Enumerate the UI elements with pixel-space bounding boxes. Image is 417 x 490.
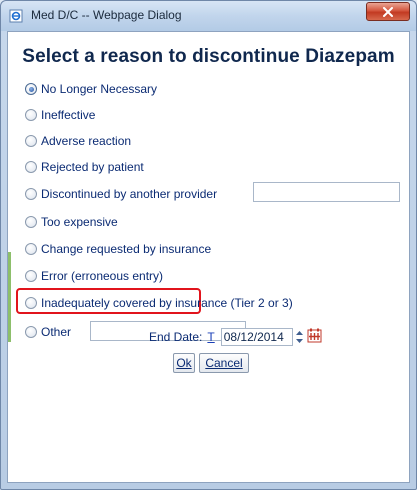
option-no-longer-necessary[interactable]: No Longer Necessary xyxy=(25,79,157,99)
option-label: Other xyxy=(41,325,72,339)
spin-up-icon[interactable] xyxy=(295,330,304,336)
dialog-heading: Select a reason to discontinue Diazepam xyxy=(22,46,395,67)
radio-rejected-by-patient[interactable] xyxy=(25,161,37,173)
option-label: Discontinued by another provider xyxy=(41,187,218,201)
title-bar[interactable]: Med D/C -- Webpage Dialog xyxy=(1,1,416,31)
dialog-body: Select a reason to discontinue Diazepam … xyxy=(7,31,410,483)
dialog-window: Med D/C -- Webpage Dialog Select a reaso… xyxy=(0,0,417,490)
option-ineffective[interactable]: Ineffective xyxy=(25,105,95,125)
radio-ineffective[interactable] xyxy=(25,109,37,121)
close-icon xyxy=(383,6,393,17)
close-button[interactable] xyxy=(366,2,410,21)
left-accent-bar xyxy=(8,252,11,342)
radio-no-longer-necessary[interactable] xyxy=(25,83,37,95)
radio-discontinued-by-another-provider[interactable] xyxy=(25,188,37,200)
radio-inadequately-covered[interactable] xyxy=(25,297,37,309)
option-label: Change requested by insurance xyxy=(41,242,212,256)
radio-change-requested-by-insurance[interactable] xyxy=(25,243,37,255)
spin-down-icon[interactable] xyxy=(295,338,304,344)
end-date-label: End Date: xyxy=(149,330,203,344)
option-label: Inadequately covered by insurance (Tier … xyxy=(41,296,293,310)
cancel-button[interactable]: Cancel xyxy=(199,353,249,373)
option-too-expensive[interactable]: Too expensive xyxy=(25,212,118,232)
ie-page-icon xyxy=(9,9,23,23)
calendar-icon[interactable] xyxy=(307,328,322,346)
end-date-input[interactable] xyxy=(220,328,293,346)
option-label: Adverse reaction xyxy=(41,134,132,148)
option-error-erroneous-entry[interactable]: Error (erroneous entry) xyxy=(25,266,163,286)
radio-other[interactable] xyxy=(25,326,37,338)
provider-name-input[interactable] xyxy=(253,182,400,202)
radio-error-erroneous-entry[interactable] xyxy=(25,270,37,282)
option-change-requested-by-insurance[interactable]: Change requested by insurance xyxy=(25,239,211,259)
radio-too-expensive[interactable] xyxy=(25,216,37,228)
date-spinner[interactable] xyxy=(295,328,304,346)
option-label: Too expensive xyxy=(41,215,118,229)
window-title: Med D/C -- Webpage Dialog xyxy=(31,8,182,22)
radio-adverse-reaction[interactable] xyxy=(25,135,37,147)
option-label: Error (erroneous entry) xyxy=(41,269,164,283)
option-inadequately-covered[interactable]: Inadequately covered by insurance (Tier … xyxy=(25,293,293,313)
option-label: Rejected by patient xyxy=(41,160,144,174)
option-other[interactable]: Other xyxy=(25,322,71,342)
today-link[interactable]: T xyxy=(207,330,214,344)
option-discontinued-by-another-provider[interactable]: Discontinued by another provider xyxy=(25,184,217,204)
option-adverse-reaction[interactable]: Adverse reaction xyxy=(25,131,131,151)
option-rejected-by-patient[interactable]: Rejected by patient xyxy=(25,157,144,177)
option-label: No Longer Necessary xyxy=(41,82,158,96)
option-label: Ineffective xyxy=(41,108,96,122)
end-date-row: End Date: T xyxy=(149,328,322,346)
ok-button[interactable]: Ok xyxy=(173,353,195,373)
